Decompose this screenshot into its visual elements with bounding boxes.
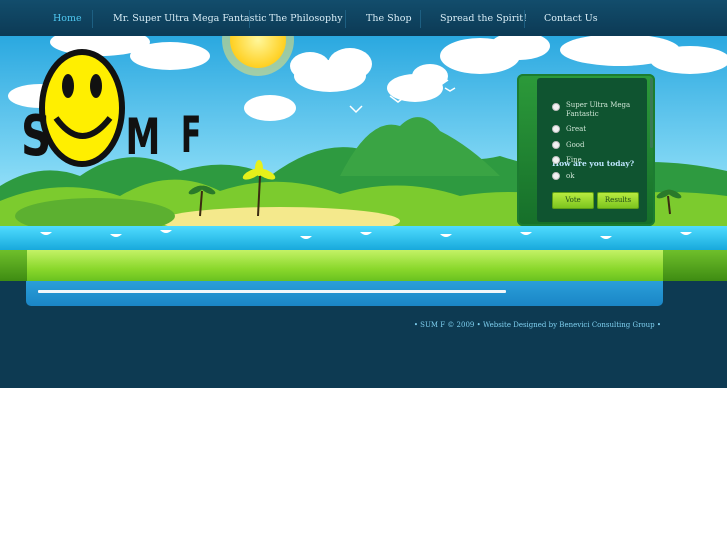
nav-spread-the-spirit[interactable]: Spread the Spirit!	[440, 0, 527, 36]
footer-credits: • SUM F © 2009 • Website Designed by Ben…	[413, 321, 661, 329]
logo-letter-f: F	[180, 106, 202, 164]
logo-letter-s: S	[21, 104, 52, 169]
logo-letter-m: M	[125, 108, 161, 166]
radio-icon[interactable]	[552, 141, 560, 149]
radio-icon[interactable]	[552, 156, 560, 164]
content-area	[26, 281, 663, 306]
nav-separator	[92, 10, 93, 28]
radio-icon[interactable]	[552, 172, 560, 180]
radio-icon[interactable]	[552, 103, 560, 111]
nav-separator	[524, 10, 525, 28]
poll-option[interactable]: Super Ultra Mega Fantastic	[552, 101, 632, 119]
radio-icon[interactable]	[552, 125, 560, 133]
results-button[interactable]: Results	[597, 192, 639, 209]
green-band-center	[27, 250, 663, 281]
nav-contact-us[interactable]: Contact Us	[544, 0, 598, 36]
sumf-logo[interactable]: S M F	[14, 46, 214, 176]
nav-home[interactable]: Home	[53, 0, 82, 36]
poll-option[interactable]: Good	[552, 141, 585, 149]
nav-separator	[249, 10, 250, 28]
vote-button[interactable]: Vote	[552, 192, 594, 209]
poll-option[interactable]: Great	[552, 125, 586, 133]
nav-the-philosophy[interactable]: The Philosophy	[269, 0, 343, 36]
poll-option[interactable]: ok	[552, 172, 574, 180]
nav-separator	[420, 10, 421, 28]
poll-option[interactable]: Fine	[552, 156, 582, 164]
site-frame: Home Mr. Super Ultra Mega Fantastic The …	[0, 0, 727, 388]
nav-the-shop[interactable]: The Shop	[366, 0, 412, 36]
nav-separator	[345, 10, 346, 28]
content-divider	[38, 290, 506, 293]
top-navigation: Home Mr. Super Ultra Mega Fantastic The …	[0, 0, 727, 37]
poll-scrollbar[interactable]	[650, 78, 653, 148]
nav-mr-super-ultra-mega-fantastic[interactable]: Mr. Super Ultra Mega Fantastic	[113, 0, 267, 36]
